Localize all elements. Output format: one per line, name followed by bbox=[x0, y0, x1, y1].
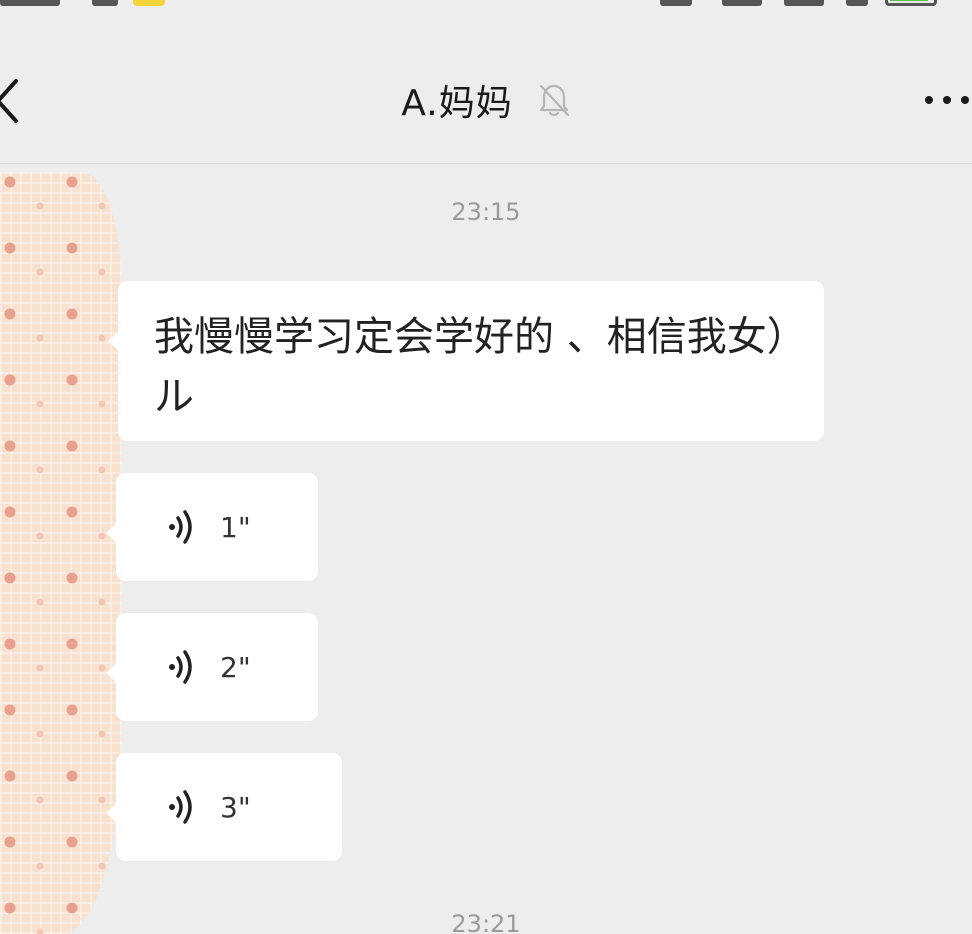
notification-icon bbox=[133, 0, 165, 6]
voice-duration: 1" bbox=[220, 510, 251, 544]
message-timestamp: 23:21 bbox=[451, 910, 521, 934]
chat-screen: A.妈妈 23:15 我慢慢学习定会学好的 、相信我女）ル 1" 2" 3" 2… bbox=[0, 0, 972, 934]
signal-icon bbox=[784, 0, 824, 6]
chat-title: A.妈妈 bbox=[401, 83, 513, 124]
signal-icon bbox=[722, 0, 762, 6]
voice-duration: 3" bbox=[220, 790, 251, 824]
wifi-icon bbox=[846, 0, 868, 6]
voice-message-3[interactable]: 3" bbox=[106, 753, 342, 861]
status-icon-fragment bbox=[660, 0, 692, 6]
status-time-fragment bbox=[0, 0, 60, 6]
voice-wave-icon bbox=[169, 790, 192, 824]
title-wrap: A.妈妈 bbox=[0, 40, 972, 160]
chat-header: A.妈妈 bbox=[0, 40, 972, 164]
message-timestamp: 23:15 bbox=[451, 198, 521, 226]
voice-message-2[interactable]: 2" bbox=[106, 613, 318, 721]
voice-wave-icon bbox=[169, 510, 192, 544]
battery-icon bbox=[885, 0, 937, 6]
more-horizontal-icon[interactable] bbox=[924, 95, 972, 105]
bell-off-icon bbox=[539, 84, 569, 117]
message-text: 我慢慢学习定会学好的 、相信我女）ル bbox=[154, 314, 787, 420]
status-icon-fragment bbox=[92, 0, 118, 6]
voice-message-1[interactable]: 1" bbox=[106, 473, 318, 581]
text-message-bubble[interactable]: 我慢慢学习定会学好的 、相信我女）ル bbox=[108, 281, 824, 441]
chat-wallpaper bbox=[0, 172, 122, 934]
voice-wave-icon bbox=[169, 650, 192, 684]
status-bar bbox=[0, 0, 972, 10]
voice-duration: 2" bbox=[220, 650, 251, 684]
